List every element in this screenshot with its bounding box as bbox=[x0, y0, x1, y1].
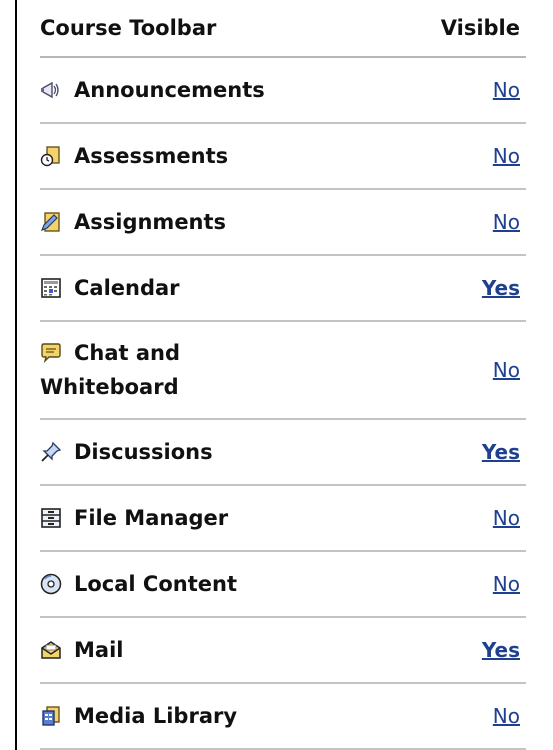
course-toolbar-table: Course Toolbar Visible Announcements No … bbox=[40, 0, 526, 750]
row-label: Announcements bbox=[74, 78, 265, 102]
envelope-icon bbox=[41, 641, 61, 659]
row-left: Mail bbox=[40, 633, 123, 667]
row-left: Chat and Whiteboard bbox=[40, 336, 180, 404]
row-left: Announcements bbox=[40, 73, 265, 107]
row-label-line2: Whiteboard bbox=[40, 375, 179, 399]
row-left: Assignments bbox=[40, 205, 226, 239]
table-row-media-library: Media Library No bbox=[40, 684, 526, 750]
megaphone-icon bbox=[41, 81, 59, 99]
visible-toggle-link[interactable]: Yes bbox=[482, 638, 520, 662]
visible-toggle-link[interactable]: Yes bbox=[482, 440, 520, 464]
cd-disc-icon bbox=[40, 573, 62, 595]
table-row-assignments: Assignments No bbox=[40, 190, 526, 256]
row-label: Discussions bbox=[74, 440, 213, 464]
row-left: Local Content bbox=[40, 567, 237, 601]
folder-pencil-icon bbox=[40, 212, 60, 232]
visible-toggle-link[interactable]: No bbox=[493, 704, 520, 728]
visible-toggle-link[interactable]: No bbox=[493, 144, 520, 168]
row-left: Discussions bbox=[40, 435, 213, 469]
row-label: Assignments bbox=[74, 210, 227, 234]
visible-toggle-link[interactable]: No bbox=[493, 210, 520, 234]
visible-toggle-link[interactable]: No bbox=[493, 358, 520, 382]
table-row-mail: Mail Yes bbox=[40, 618, 526, 684]
row-label: Mail bbox=[74, 638, 124, 662]
table-row-calendar: Calendar Yes bbox=[40, 256, 526, 322]
row-left: Media Library bbox=[40, 699, 237, 733]
pushpin-icon bbox=[41, 441, 62, 462]
visible-toggle-link[interactable]: No bbox=[493, 572, 520, 596]
table-row-assessments: Assessments No bbox=[40, 124, 526, 190]
visible-toggle-link[interactable]: Yes bbox=[482, 276, 520, 300]
row-left: Calendar bbox=[40, 271, 180, 305]
table-row-announcements: Announcements No bbox=[40, 58, 526, 124]
clipboard-clock-icon bbox=[40, 146, 60, 167]
visible-toggle-link[interactable]: No bbox=[493, 506, 520, 530]
speech-bubble-icon bbox=[41, 343, 61, 364]
table-row-local-content: Local Content No bbox=[40, 552, 526, 618]
file-cabinet-icon bbox=[41, 508, 61, 528]
row-label: File Manager bbox=[74, 506, 229, 530]
row-label: Media Library bbox=[74, 704, 238, 728]
row-label: Assessments bbox=[74, 144, 229, 168]
table-row-file-manager: File Manager No bbox=[40, 486, 526, 552]
table-header: Course Toolbar Visible bbox=[40, 0, 526, 58]
row-left: Assessments bbox=[40, 139, 228, 173]
header-visible: Visible bbox=[440, 16, 520, 40]
table-row-discussions: Discussions Yes bbox=[40, 420, 526, 486]
left-border bbox=[15, 0, 17, 750]
row-label: Calendar bbox=[74, 276, 180, 300]
visible-toggle-link[interactable]: No bbox=[493, 78, 520, 102]
row-left: File Manager bbox=[40, 501, 228, 535]
row-label-line1: Chat and bbox=[74, 341, 181, 365]
table-row-chat-and-whiteboard: Chat and Whiteboard No bbox=[40, 322, 526, 420]
header-course-toolbar: Course Toolbar bbox=[40, 16, 217, 40]
row-label: Local Content bbox=[74, 572, 237, 596]
calendar-icon bbox=[41, 278, 61, 298]
media-book-icon bbox=[42, 706, 60, 726]
